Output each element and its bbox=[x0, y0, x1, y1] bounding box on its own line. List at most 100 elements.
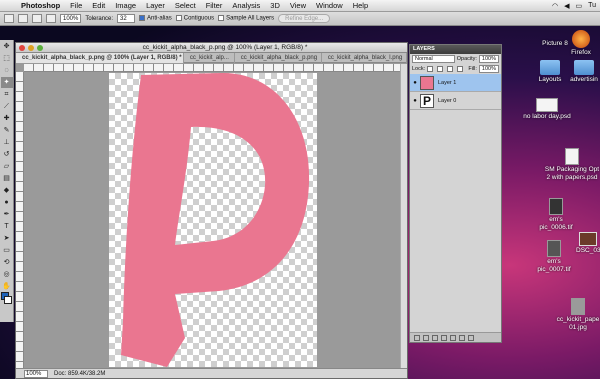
document-tab[interactable]: cc_kickit_alpha_black_l.png bbox=[322, 53, 407, 63]
menu-edit[interactable]: Edit bbox=[87, 1, 110, 10]
desktop-icon-label: DSC_0393 bbox=[576, 247, 600, 254]
desktop-icon[interactable]: cc_kickit_pape 01.jpg bbox=[556, 298, 600, 332]
desktop-icon[interactable]: no labor day.psd bbox=[520, 98, 574, 121]
image-canvas[interactable] bbox=[109, 73, 317, 367]
menu-select[interactable]: Select bbox=[170, 1, 201, 10]
menu-image[interactable]: Image bbox=[110, 1, 141, 10]
gradient-tool-icon[interactable]: ▤ bbox=[1, 173, 13, 184]
blur-tool-icon[interactable]: ◆ bbox=[1, 185, 13, 196]
vertical-scrollbar[interactable] bbox=[400, 64, 407, 368]
crop-tool-icon[interactable]: ⌗ bbox=[1, 89, 13, 100]
checkbox-unchecked-icon bbox=[175, 15, 182, 22]
sample-all-checkbox[interactable]: Sample All Layers bbox=[218, 15, 274, 22]
desktop-icon[interactable]: em's pic_0007.tif bbox=[530, 240, 578, 274]
firefox-icon bbox=[572, 30, 590, 48]
horizontal-ruler[interactable] bbox=[24, 64, 402, 72]
layer-thumbnail-p: P bbox=[420, 93, 434, 108]
desktop-icon[interactable]: Layouts bbox=[528, 60, 572, 84]
layer-style-icon[interactable] bbox=[423, 334, 429, 341]
type-tool-icon[interactable]: T bbox=[1, 221, 13, 232]
lock-transparency-icon[interactable] bbox=[427, 66, 434, 72]
lasso-tool-icon[interactable]: ◌ bbox=[1, 65, 13, 76]
3d-rotate-tool-icon[interactable]: ⟲ bbox=[1, 257, 13, 268]
delete-layer-icon[interactable] bbox=[468, 334, 474, 341]
add-selection-icon[interactable] bbox=[32, 14, 42, 23]
document-info[interactable]: Doc: 859.4K/38.2M bbox=[54, 371, 105, 377]
marquee-tool-icon[interactable]: ⬚ bbox=[1, 53, 13, 64]
brush-tool-icon[interactable]: ✎ bbox=[1, 125, 13, 136]
menu-photoshop[interactable]: Photoshop bbox=[16, 1, 65, 10]
move-tool-icon[interactable]: ✥ bbox=[1, 41, 13, 52]
document-tab[interactable]: cc_kickit_alp... bbox=[184, 53, 235, 63]
refine-edge-button[interactable]: Refine Edge... bbox=[278, 14, 331, 23]
tolerance-input[interactable]: 32 bbox=[117, 14, 136, 23]
contiguous-checkbox[interactable]: Contiguous bbox=[175, 15, 214, 22]
desktop-icon-label: em's pic_0006.tif bbox=[539, 216, 573, 231]
adjustment-layer-icon[interactable] bbox=[441, 334, 447, 341]
document-tab[interactable]: cc_kickit_alpha_black_p.png bbox=[235, 53, 322, 63]
menu-help[interactable]: Help bbox=[348, 1, 373, 10]
new-layer-icon[interactable] bbox=[459, 334, 465, 341]
3d-orbit-tool-icon[interactable]: ◎ bbox=[1, 269, 13, 280]
desktop-icon[interactable]: em's pic_0006.tif bbox=[534, 198, 578, 232]
visibility-eye-icon[interactable]: ● bbox=[410, 80, 420, 86]
menu-view[interactable]: View bbox=[285, 1, 311, 10]
layer-row[interactable]: ● P Layer 0 bbox=[410, 92, 501, 110]
layer-mask-icon[interactable] bbox=[432, 334, 438, 341]
magic-wand-tool-icon[interactable]: ✦ bbox=[0, 77, 13, 88]
vertical-ruler[interactable] bbox=[16, 72, 24, 368]
close-window-icon[interactable] bbox=[19, 44, 25, 51]
antialias-checkbox[interactable]: Anti-alias bbox=[139, 15, 172, 22]
tif-file-icon bbox=[547, 240, 561, 257]
path-selection-tool-icon[interactable]: ➤ bbox=[1, 233, 13, 244]
blend-mode-select[interactable]: Normal bbox=[412, 55, 455, 63]
opacity-input[interactable]: 100% bbox=[478, 55, 499, 63]
pen-tool-icon[interactable]: ✒ bbox=[1, 209, 13, 220]
menu-window[interactable]: Window bbox=[311, 1, 348, 10]
menu-3d[interactable]: 3D bbox=[265, 1, 285, 10]
link-layers-icon[interactable] bbox=[414, 334, 420, 341]
photo-file-icon bbox=[579, 232, 597, 246]
healing-tool-icon[interactable]: ✚ bbox=[1, 113, 13, 124]
layers-panel-title[interactable]: LAYERS bbox=[410, 45, 501, 54]
shape-tool-icon[interactable]: ▭ bbox=[1, 245, 13, 256]
desktop-icon[interactable]: DSC_0393 bbox=[576, 232, 600, 255]
layer-thumbnail bbox=[420, 75, 434, 90]
history-brush-tool-icon[interactable]: ↺ bbox=[1, 149, 13, 160]
clone-stamp-tool-icon[interactable]: ⊥ bbox=[1, 137, 13, 148]
hand-tool-icon[interactable]: ✋ bbox=[1, 281, 13, 292]
new-group-icon[interactable] bbox=[450, 334, 456, 341]
desktop-icon[interactable]: advertisin bbox=[568, 60, 600, 84]
new-selection-icon[interactable] bbox=[18, 14, 28, 23]
magic-wand-preset-icon[interactable] bbox=[4, 14, 14, 23]
document-zoom-field[interactable]: 100% bbox=[24, 369, 48, 378]
zoom-field[interactable]: 100% bbox=[60, 14, 82, 23]
layer-row[interactable]: ● Layer 1 bbox=[410, 74, 501, 92]
eyedropper-tool-icon[interactable]: ⟋ bbox=[1, 101, 13, 112]
menu-filter[interactable]: Filter bbox=[201, 1, 228, 10]
background-color-swatch[interactable] bbox=[4, 296, 12, 304]
battery-icon[interactable]: ▭ bbox=[575, 2, 582, 10]
lock-pixels-icon[interactable] bbox=[437, 66, 444, 72]
menu-layer[interactable]: Layer bbox=[141, 1, 170, 10]
lock-all-icon[interactable] bbox=[457, 66, 464, 72]
menu-file[interactable]: File bbox=[65, 1, 87, 10]
menu-analysis[interactable]: Analysis bbox=[227, 1, 265, 10]
visibility-eye-icon[interactable]: ● bbox=[410, 98, 420, 104]
desktop-icon[interactable]: Firefox bbox=[562, 30, 600, 57]
clock-day[interactable]: Tu bbox=[588, 2, 596, 9]
document-title-bar[interactable]: cc_kickit_alpha_black_p.png @ 100% (Laye… bbox=[16, 43, 407, 53]
volume-icon[interactable]: ◀ bbox=[564, 2, 569, 10]
dodge-tool-icon[interactable]: ● bbox=[1, 197, 13, 208]
minimize-window-icon[interactable] bbox=[28, 44, 34, 51]
eraser-tool-icon[interactable]: ▱ bbox=[1, 161, 13, 172]
lock-position-icon[interactable] bbox=[447, 66, 454, 72]
wifi-icon[interactable]: ◠ bbox=[552, 2, 558, 10]
desktop-icon[interactable]: SM Packaging Opt 2 with papers.psd bbox=[544, 148, 600, 182]
folder-icon bbox=[574, 60, 594, 75]
document-tab[interactable]: cc_kickit_alpha_black_p.png @ 100% (Laye… bbox=[16, 53, 184, 63]
tolerance-label: Tolerance: bbox=[85, 15, 114, 22]
fill-input[interactable]: 100% bbox=[478, 65, 499, 73]
subtract-selection-icon[interactable] bbox=[46, 14, 56, 23]
psd-file-icon bbox=[565, 148, 579, 165]
